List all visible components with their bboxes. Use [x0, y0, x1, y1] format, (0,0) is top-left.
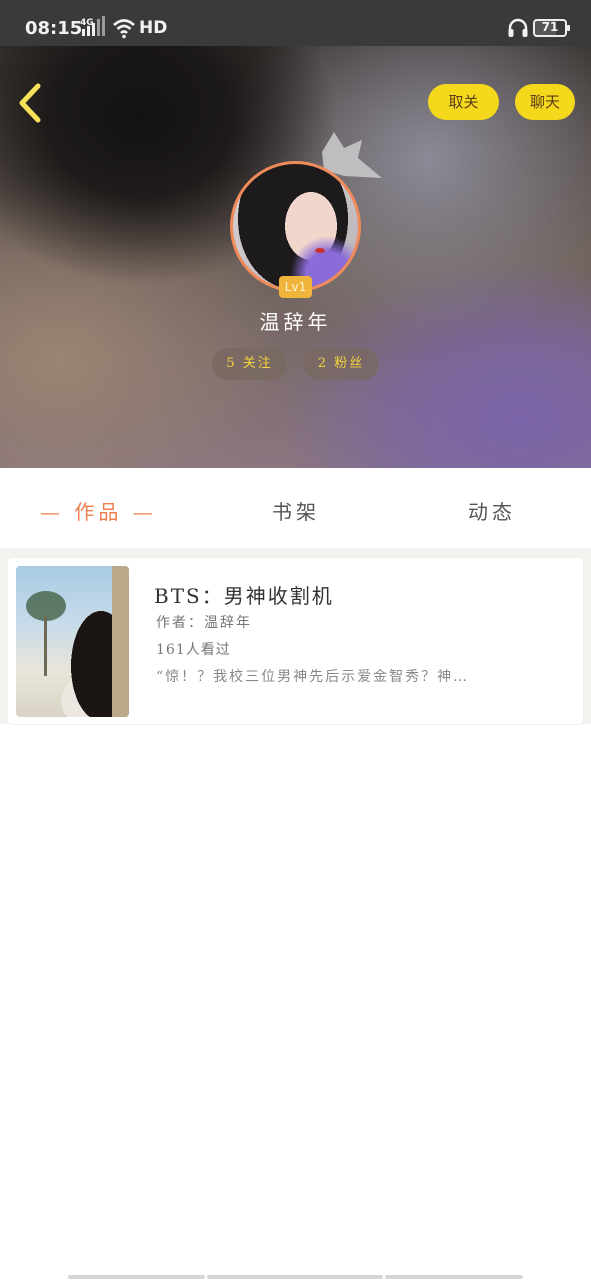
divider — [0, 548, 591, 558]
unfollow-button[interactable]: 取关 — [428, 84, 499, 120]
username: 温辞年 — [259, 310, 332, 334]
profile-tabs: — 作品 — 书架 动态 — [0, 468, 591, 548]
tab-works[interactable]: — 作品 — — [40, 496, 157, 525]
status-time: 08:15 — [25, 18, 83, 39]
book-cover — [16, 566, 129, 717]
battery-icon: 71 — [533, 19, 570, 37]
avatar[interactable] — [230, 161, 361, 292]
status-bar: 08:15 4G HD 71 — [0, 0, 591, 46]
work-list-item[interactable]: BTS：男神收割机 作者：温辞年 161人看过 “惊！？我校三位男神先后示爱金智… — [8, 558, 583, 724]
level-badge: Lv1 — [279, 276, 312, 298]
book-views: 161人看过 — [156, 642, 231, 658]
back-button[interactable] — [14, 82, 48, 124]
fans-count-button[interactable]: 2 粉丝 — [303, 348, 379, 380]
following-count-button[interactable]: 5 关注 — [212, 348, 287, 380]
cover-detail — [44, 616, 47, 676]
wifi-icon — [113, 19, 135, 39]
tab-activity[interactable]: 动态 — [468, 496, 516, 525]
headphones-icon — [508, 18, 528, 37]
nav-segment — [207, 1275, 383, 1279]
hd-indicator: HD — [139, 18, 168, 38]
tab-bookshelf[interactable]: 书架 — [272, 496, 320, 525]
nav-segment — [385, 1275, 523, 1279]
book-description: “惊！？我校三位男神先后示爱金智秀？神… — [156, 669, 470, 685]
chevron-left-icon — [19, 83, 41, 123]
network-type: 4G — [80, 18, 94, 28]
book-author: 作者：温辞年 — [156, 615, 252, 631]
avatar-detail — [315, 248, 325, 253]
cover-detail — [112, 566, 129, 717]
gesture-nav-bar[interactable] — [68, 1275, 523, 1280]
battery-percent: 71 — [541, 20, 559, 34]
divider — [0, 558, 8, 724]
nav-segment — [68, 1275, 205, 1279]
cellular-signal-icon: 4G — [80, 16, 105, 36]
divider — [583, 558, 591, 724]
profile-header: 取关 聊天 Lv1 温辞年 5 关注 2 粉丝 — [0, 0, 591, 468]
book-title: BTS：男神收割机 — [154, 584, 334, 608]
chat-button[interactable]: 聊天 — [515, 84, 575, 120]
